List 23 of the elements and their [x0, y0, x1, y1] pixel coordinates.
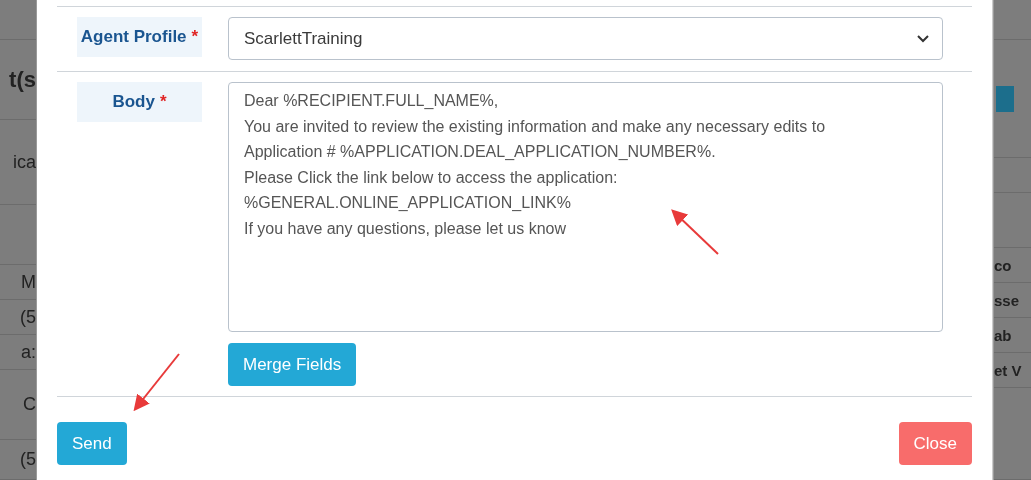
send-button[interactable]: Send	[57, 422, 127, 465]
merge-fields-button[interactable]: Merge Fields	[228, 343, 357, 386]
backdrop-text: (5	[19, 306, 36, 328]
backdrop-text: t(s	[9, 66, 36, 93]
backdrop-text: a:	[20, 341, 36, 363]
backdrop-text: (5	[19, 449, 36, 470]
close-button[interactable]: Close	[898, 422, 972, 465]
backdrop-text: ab	[994, 326, 1012, 344]
required-asterisk: *	[159, 92, 167, 112]
backdrop-text: M	[20, 271, 36, 293]
backdrop-text: co	[994, 256, 1012, 274]
agent-profile-select[interactable]: ScarlettTraining	[228, 17, 943, 60]
annotation-arrow	[671, 209, 719, 255]
label-text: Agent Profile	[80, 27, 187, 47]
backdrop-text: et V	[994, 361, 1022, 379]
body-textarea[interactable]: Dear %RECIPIENT.FULL_NAME%, You are invited to review the existing information and make any necessary edits to Application # %APPLICATION.DEAL_APPLICATION_NUMBER%. Please Click the link below to access the application: %GENERAL.ONLINE_APPLICATION_LINK% If you have any questions, please let us know	[228, 82, 943, 332]
backdrop-text: sse	[994, 291, 1020, 309]
chevron-down-icon	[916, 34, 930, 43]
annotation-arrow	[133, 353, 180, 412]
label-text: Body	[112, 92, 155, 112]
required-asterisk: *	[191, 27, 199, 47]
backdrop-text: ica	[12, 151, 36, 173]
backdrop-text: C	[22, 394, 36, 415]
